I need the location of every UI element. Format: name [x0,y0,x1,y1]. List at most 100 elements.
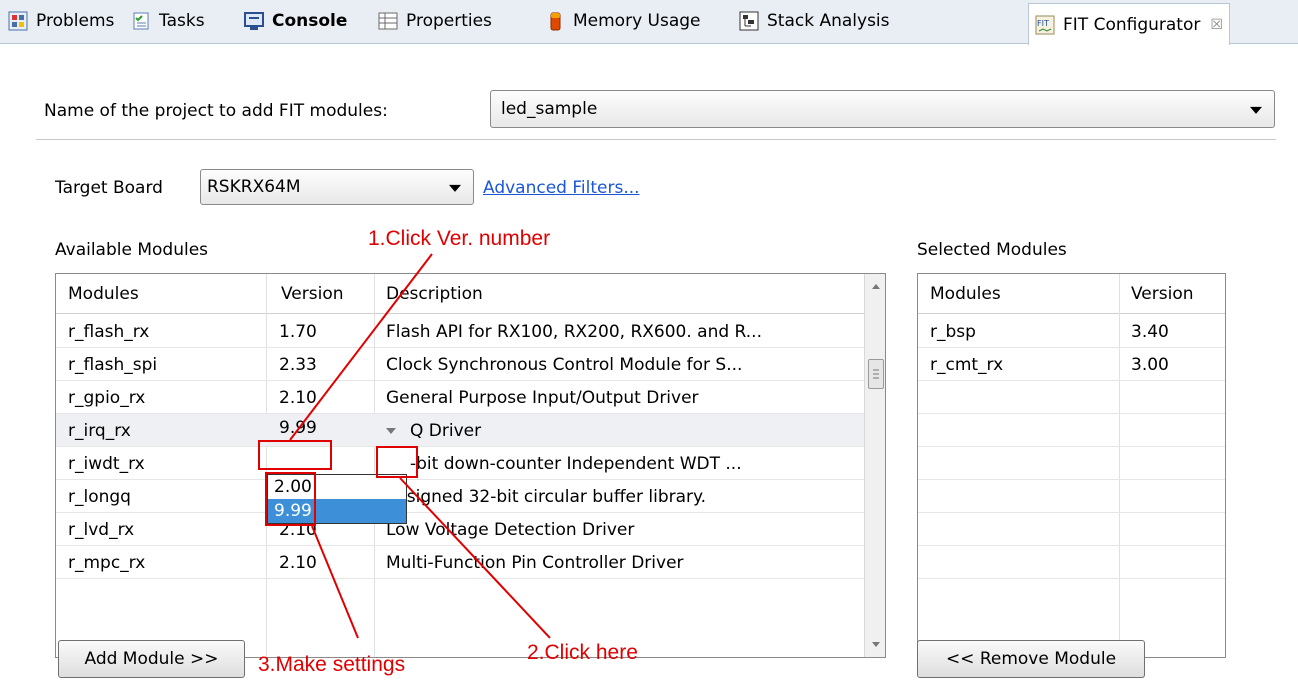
annotation-box-version [258,440,332,470]
module-version: 3.00 [1131,355,1169,375]
available-modules-title: Available Modules [55,240,209,260]
table-row[interactable]: r_mpc_rx 2.10 Multi-Function Pin Control… [56,546,864,579]
tab-label: Properties [406,11,492,31]
add-module-button[interactable]: Add Module >> [58,640,245,678]
table-row[interactable]: r_iwdt_rx -bit down-counter Independent … [56,447,864,480]
module-description: General Purpose Input/Output Driver [386,388,699,408]
tab-label: Tasks [159,11,205,31]
scroll-down-icon[interactable] [865,633,885,657]
table-row [918,414,1225,447]
module-name: r_bsp [930,322,976,342]
module-version: 1.70 [279,322,317,342]
column-header-description[interactable]: Description [386,284,483,304]
svg-text:FIT: FIT [1037,19,1049,28]
module-description: -bit down-counter Independent WDT ... [410,454,742,474]
dropdown-arrow-icon[interactable] [384,423,398,443]
column-header-version[interactable]: Version [281,284,344,304]
table-row[interactable]: r_flash_spi 2.33 Clock Synchronous Contr… [56,348,864,381]
table-row[interactable]: r_cmt_rx 3.00 [918,348,1225,381]
tab-tasks[interactable]: Tasks [131,6,205,36]
column-header-modules[interactable]: Modules [68,284,139,304]
table-row [918,480,1225,513]
table-row[interactable]: r_lvd_rx 2.10 Low Voltage Detection Driv… [56,513,864,546]
tab-console[interactable]: Console [244,6,347,36]
module-description: nsigned 32-bit circular buffer library. [396,487,707,507]
annotation-box-options [265,472,316,526]
selected-modules-table: Modules Version r_bsp 3.40 r_cmt_rx 3.00 [917,273,1226,658]
column-header-modules[interactable]: Modules [930,284,1001,304]
view-tab-bar: Problems Tasks Console Properties Memory… [0,0,1298,45]
tab-problems[interactable]: Problems [8,6,114,36]
module-name: r_mpc_rx [68,553,146,573]
target-board-select[interactable]: RSKRX64M [200,169,474,205]
table-row [918,447,1225,480]
tab-label: Stack Analysis [767,11,890,31]
stack-analysis-icon [739,11,759,31]
fit-configurator-panel: Name of the project to add FIT modules: … [0,44,1298,689]
module-name: r_cmt_rx [930,355,1004,375]
selected-modules-title: Selected Modules [917,240,1067,260]
module-name: r_irq_rx [68,421,131,441]
problems-icon [8,11,28,31]
console-icon [244,11,264,31]
tab-memory-usage[interactable]: Memory Usage [545,6,701,36]
table-header: Modules Version [918,274,1225,314]
advanced-filters-link[interactable]: Advanced Filters... [483,178,640,198]
tab-label: Memory Usage [573,11,701,31]
project-value: led_sample [501,99,598,119]
table-row [918,513,1225,546]
tab-fit-configurator[interactable]: FIT FIT Configurator ☒ [1028,3,1230,45]
tab-label: Console [272,11,348,31]
module-version: 2.10 [279,553,317,573]
module-version: 2.10 [279,388,317,408]
module-version: 2.33 [279,355,317,375]
table-row[interactable]: r_bsp 3.40 [918,315,1225,348]
table-row[interactable]: r_longq nsigned 32-bit circular buffer l… [56,480,864,513]
tab-properties[interactable]: Properties [378,6,492,36]
project-select[interactable]: led_sample [490,90,1275,128]
chevron-down-icon [449,184,461,192]
available-modules-table: Modules Version Description r_flash_rx 1… [55,273,886,658]
annotation-step1: 1.Click Ver. number [368,227,551,250]
column-header-version[interactable]: Version [1131,284,1194,304]
button-label: << Remove Module [945,649,1117,669]
close-icon[interactable]: ☒ [1210,17,1223,33]
module-description: Q Driver [410,421,482,441]
module-description: Flash API for RX100, RX200, RX600. and R… [386,322,762,342]
tab-stack-analysis[interactable]: Stack Analysis [739,6,890,36]
button-label: Add Module >> [84,649,219,669]
scrollbar-thumb[interactable] [868,359,884,389]
module-name: r_flash_spi [68,355,158,375]
divider [36,139,1276,140]
fit-configurator-icon: FIT [1035,15,1055,35]
table-header: Modules Version Description [56,274,864,314]
project-label: Name of the project to add FIT modules: [44,101,388,121]
module-name: r_gpio_rx [68,388,146,408]
module-name: r_lvd_rx [68,520,135,540]
tasks-icon [131,11,151,31]
module-name: r_flash_rx [68,322,150,342]
module-version[interactable]: 9.99 [279,418,317,438]
module-description: Low Voltage Detection Driver [386,520,635,540]
remove-module-button[interactable]: << Remove Module [917,640,1145,678]
table-row[interactable]: r_gpio_rx 2.10 General Purpose Input/Out… [56,381,864,414]
properties-icon [378,11,398,31]
table-row [918,546,1225,579]
target-board-label: Target Board [55,178,163,198]
table-row [918,381,1225,414]
tab-label: Problems [36,11,115,31]
scroll-up-icon[interactable] [865,274,885,298]
module-description: Clock Synchronous Control Module for S..… [386,355,743,375]
module-name: r_longq [68,487,131,507]
table-row-selected[interactable]: r_irq_rx 9.99 Q Driver [56,414,864,447]
vertical-scrollbar[interactable] [864,274,885,657]
annotation-step2: 2.Click here [527,641,638,664]
tab-label: FIT Configurator [1063,14,1201,35]
module-description: Multi-Function Pin Controller Driver [386,553,684,573]
annotation-step3: 3.Make settings [258,653,406,676]
table-row[interactable]: r_flash_rx 1.70 Flash API for RX100, RX2… [56,315,864,348]
target-board-value: RSKRX64M [207,177,301,197]
module-version: 3.40 [1131,322,1169,342]
module-name: r_iwdt_rx [68,454,145,474]
chevron-down-icon [1250,106,1262,114]
